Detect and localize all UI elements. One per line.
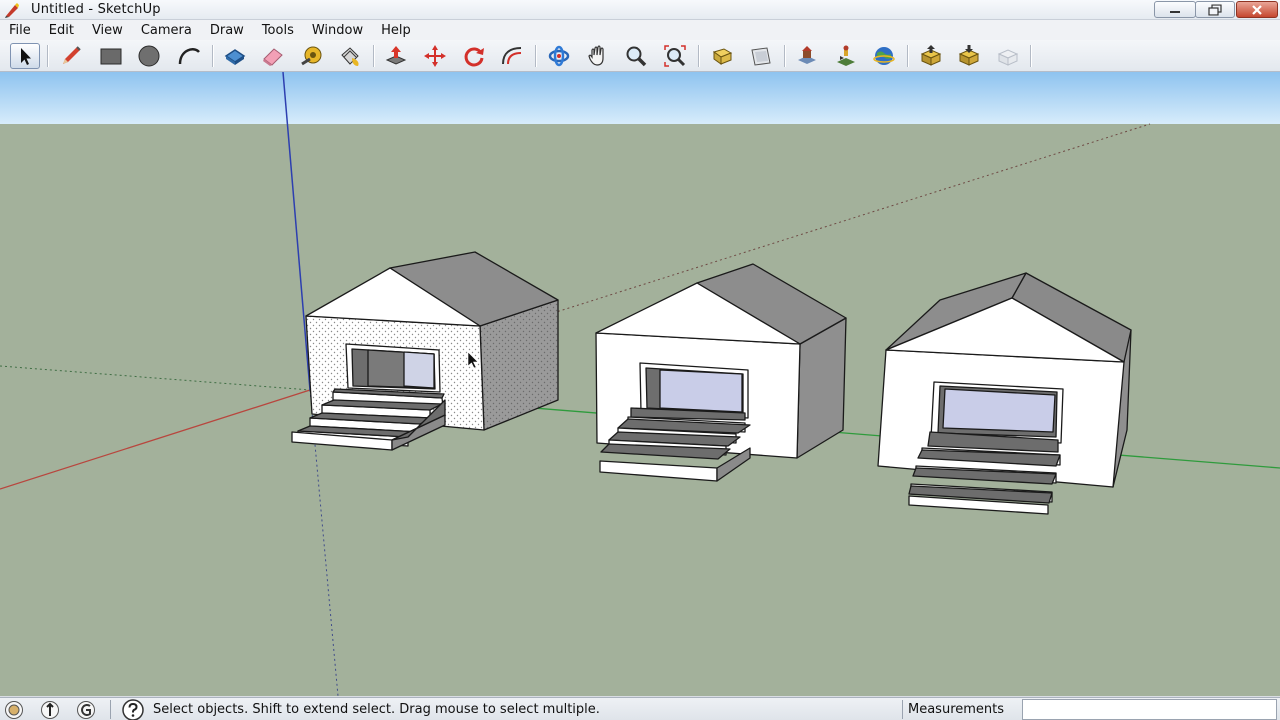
status-divider xyxy=(902,700,903,719)
status-hint-text: Select objects. Shift to extend select. … xyxy=(153,702,600,717)
scene-canvas[interactable] xyxy=(0,72,1280,696)
get-current-view-button[interactable] xyxy=(792,43,822,69)
select-icon xyxy=(21,48,31,65)
window-title: Untitled - SketchUp xyxy=(31,2,161,17)
zoom-extents-tool-button[interactable] xyxy=(660,43,690,69)
get-models-icon xyxy=(837,45,855,66)
restore-icon xyxy=(1208,4,1222,15)
eraser-tool-button[interactable] xyxy=(258,43,288,69)
menu-help[interactable]: Help xyxy=(381,23,411,38)
sky xyxy=(0,72,1280,124)
menu-window[interactable]: Window xyxy=(312,23,363,38)
next-view-button[interactable] xyxy=(746,43,776,69)
move-icon xyxy=(424,45,446,67)
place-model-icon xyxy=(798,46,816,64)
status-divider xyxy=(110,700,111,719)
pan-tool-button[interactable] xyxy=(583,43,613,69)
circle-icon xyxy=(138,45,160,67)
toolbar-separator xyxy=(907,45,909,67)
user-account-icon[interactable] xyxy=(76,700,96,720)
sketchup-logo-icon xyxy=(5,3,19,18)
modeling-viewport[interactable] xyxy=(0,72,1280,696)
toolbar xyxy=(0,40,1280,72)
menu-camera[interactable]: Camera xyxy=(141,23,192,38)
measurements-input[interactable] xyxy=(1022,699,1277,720)
circle-tool-button[interactable] xyxy=(134,43,164,69)
toolbar-separator xyxy=(1030,45,1032,67)
make-component-tool-button[interactable] xyxy=(220,43,250,69)
pan-icon xyxy=(588,45,604,66)
move-tool-button[interactable] xyxy=(420,43,450,69)
push-pull-icon xyxy=(385,46,407,65)
rotate-tool-button[interactable] xyxy=(459,43,489,69)
toolbar-separator xyxy=(47,45,49,67)
rectangle-tool-button[interactable] xyxy=(96,43,126,69)
push-pull-tool-button[interactable] xyxy=(381,43,411,69)
previous-view-icon xyxy=(712,48,733,65)
toolbar-separator xyxy=(784,45,786,67)
menu-edit[interactable]: Edit xyxy=(49,23,74,38)
component-warehouse-icon xyxy=(997,49,1019,66)
credits-icon[interactable] xyxy=(40,700,60,720)
arc-icon xyxy=(178,48,200,65)
minimize-button[interactable] xyxy=(1154,1,1196,18)
status-bar: Select objects. Shift to extend select. … xyxy=(0,697,1280,720)
toggle-terrain-button[interactable] xyxy=(831,43,861,69)
toolbar-separator xyxy=(212,45,214,67)
offset-tool-button[interactable] xyxy=(497,43,527,69)
share-model-icon xyxy=(920,45,942,66)
close-button[interactable] xyxy=(1236,1,1278,18)
line-tool-button[interactable] xyxy=(56,43,86,69)
paint-bucket-icon xyxy=(341,47,359,66)
measurements-label: Measurements xyxy=(908,702,1005,717)
menu-view[interactable]: View xyxy=(92,23,123,38)
get-models-button[interactable] xyxy=(916,43,946,69)
google-earth-icon xyxy=(873,47,895,65)
rotate-icon xyxy=(464,47,484,67)
minimize-icon xyxy=(1170,10,1180,13)
tape-measure-tool-button[interactable] xyxy=(297,43,327,69)
zoom-extents-icon xyxy=(664,45,686,67)
toolbar-separator xyxy=(373,45,375,67)
next-view-icon xyxy=(751,47,771,66)
menu-draw[interactable]: Draw xyxy=(210,23,244,38)
tape-measure-icon xyxy=(301,46,322,66)
geo-location-icon[interactable] xyxy=(4,700,24,720)
menu-bar: File Edit View Camera Draw Tools Window … xyxy=(0,20,1280,40)
menu-file[interactable]: File xyxy=(9,23,31,38)
paint-bucket-tool-button[interactable] xyxy=(335,43,365,69)
eraser-icon xyxy=(263,48,283,66)
pencil-icon xyxy=(63,46,81,64)
zoom-icon xyxy=(626,46,647,67)
menu-tools[interactable]: Tools xyxy=(262,23,294,38)
rectangle-icon xyxy=(100,48,122,65)
orbit-tool-button[interactable] xyxy=(544,43,574,69)
toolbar-separator xyxy=(698,45,700,67)
close-icon xyxy=(1252,4,1262,15)
make-component-icon xyxy=(224,49,246,65)
select-tool-button[interactable] xyxy=(10,43,40,69)
share-model-button[interactable] xyxy=(954,43,984,69)
preview-in-google-earth-button[interactable] xyxy=(869,43,899,69)
toolbar-separator xyxy=(535,45,537,67)
orbit-icon xyxy=(548,45,570,67)
offset-icon xyxy=(502,47,522,65)
help-icon[interactable] xyxy=(121,699,145,720)
zoom-tool-button[interactable] xyxy=(621,43,651,69)
share-component-icon xyxy=(958,45,980,66)
previous-view-button[interactable] xyxy=(707,43,737,69)
title-bar: Untitled - SketchUp xyxy=(0,0,1280,20)
restore-button[interactable] xyxy=(1195,1,1235,18)
arc-tool-button[interactable] xyxy=(174,43,204,69)
share-component-button[interactable] xyxy=(993,43,1023,69)
